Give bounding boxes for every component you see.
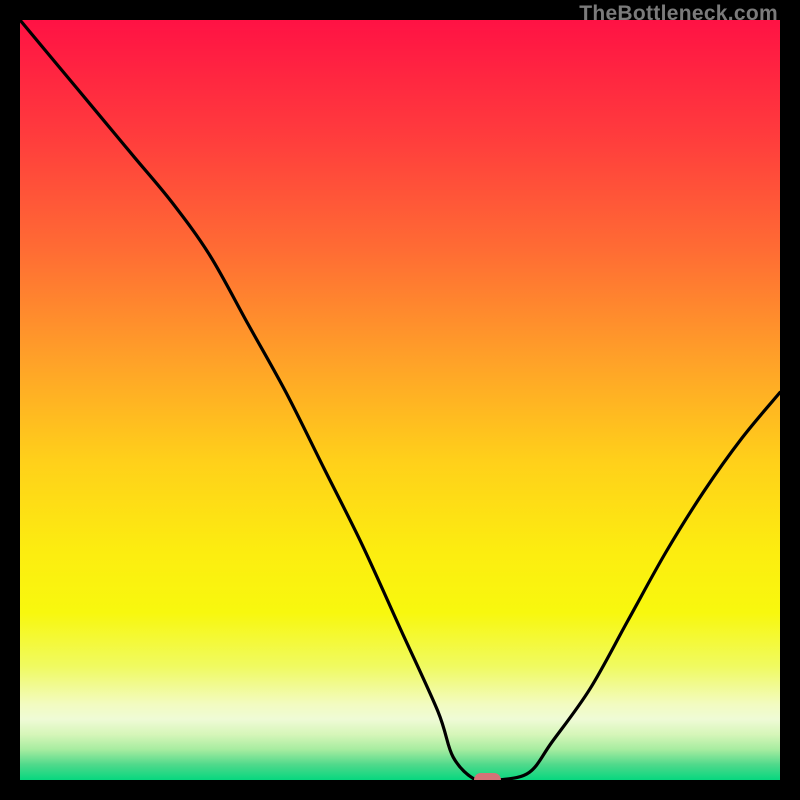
- chart-frame: TheBottleneck.com: [0, 0, 800, 800]
- optimal-marker: [474, 773, 501, 780]
- bottleneck-curve: [20, 20, 780, 780]
- watermark-text: TheBottleneck.com: [579, 2, 778, 26]
- plot-area: [20, 20, 780, 780]
